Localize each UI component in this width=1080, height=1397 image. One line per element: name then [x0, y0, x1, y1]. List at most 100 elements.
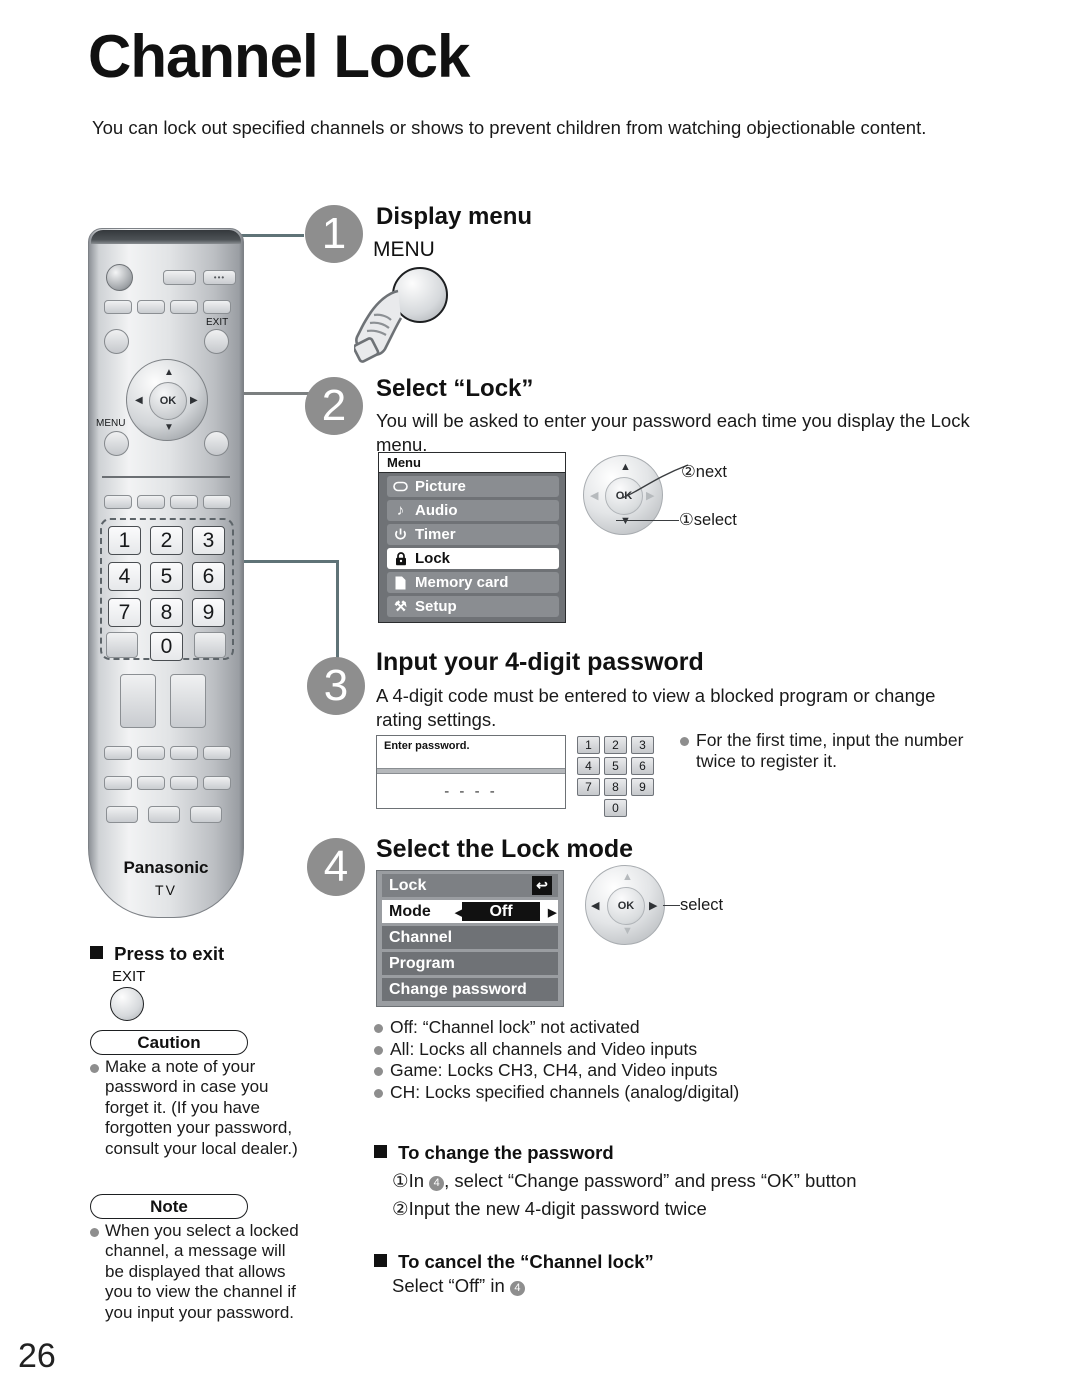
numeric-key-4[interactable]: 4: [108, 562, 141, 591]
pw-key-1[interactable]: 1: [577, 736, 600, 754]
step-4-number: 4: [307, 838, 365, 896]
step-2-number: 2: [305, 377, 363, 435]
password-masked-value[interactable]: - - - -: [377, 773, 565, 808]
pw-key-5[interactable]: 5: [604, 757, 627, 775]
remote-button-row3-2[interactable]: [137, 495, 165, 509]
lock-row-channel[interactable]: Channel: [382, 926, 558, 949]
pw-key-7[interactable]: 7: [577, 778, 600, 796]
numeric-key-1[interactable]: 1: [108, 526, 141, 555]
password-prompt: Enter password.: [377, 736, 565, 769]
pad4-left-arrow: ◀: [591, 900, 600, 912]
picture-icon: [392, 481, 409, 492]
remote-button-top-1[interactable]: [163, 270, 196, 285]
remote-button-row4-4[interactable]: [203, 746, 231, 760]
pw-key-3[interactable]: 3: [631, 736, 654, 754]
mode-right-arrow-icon[interactable]: ▶: [548, 906, 556, 919]
remote-button-row2-3[interactable]: [170, 300, 198, 314]
numeric-key-6[interactable]: 6: [192, 562, 225, 591]
remote-button-row3-1[interactable]: [104, 495, 132, 509]
remote-button-keypad-left[interactable]: [106, 632, 138, 658]
callout-next-label: ②next: [681, 463, 727, 481]
callout-line-next: [621, 464, 689, 499]
menu-item-memory-card[interactable]: Memory card: [387, 572, 559, 593]
remote-button-row3-3[interactable]: [170, 495, 198, 509]
numeric-key-9[interactable]: 9: [192, 598, 225, 627]
remote-button-dots[interactable]: •••: [203, 270, 236, 285]
pw-key-6[interactable]: 6: [631, 757, 654, 775]
press-to-exit-heading: Press to exit: [90, 943, 224, 965]
hand-pointer-icon: [354, 289, 403, 363]
lock-row-channel-label: Channel: [389, 928, 453, 946]
remote-button-row4-3[interactable]: [170, 746, 198, 760]
remote-ok-button[interactable]: OK: [149, 382, 187, 420]
step-reference-badge-4a: 4: [429, 1175, 445, 1191]
lock-row-program-label: Program: [389, 954, 455, 972]
remote-button-row4-2[interactable]: [137, 746, 165, 760]
caution-text: Make a note of your password in case you…: [90, 1057, 300, 1159]
password-dialog: Enter password. - - - -: [376, 735, 566, 809]
numeric-key-5[interactable]: 5: [150, 562, 183, 591]
pw-key-9[interactable]: 9: [631, 778, 654, 796]
pad4-ok-button[interactable]: OK: [607, 887, 645, 925]
menu-item-audio[interactable]: ♪ Audio: [387, 500, 559, 521]
page-number: 26: [18, 1337, 56, 1375]
remote-button-row6-1[interactable]: [106, 806, 138, 823]
power-icon: [392, 528, 409, 541]
lock-row-mode[interactable]: Mode ◀ Off ▶: [382, 900, 558, 923]
remote-dpad[interactable]: ▲ ▼ ◀ ▶ OK: [126, 359, 208, 441]
dpad-right-arrow: ▶: [190, 395, 198, 406]
numeric-key-8[interactable]: 8: [150, 598, 183, 627]
remote-button-row5-1[interactable]: [104, 776, 132, 790]
pw-key-4[interactable]: 4: [577, 757, 600, 775]
remote-button-row2-1[interactable]: [104, 300, 132, 314]
remote-button-row3-4[interactable]: [203, 495, 231, 509]
remote-button-row5-2[interactable]: [137, 776, 165, 790]
remote-button-row2-4[interactable]: [203, 300, 231, 314]
exit-button-illustration[interactable]: [110, 987, 144, 1021]
pw-key-0[interactable]: 0: [604, 799, 627, 817]
remote-button-row2-2[interactable]: [137, 300, 165, 314]
tv-menu-panel: Menu Picture ♪ Audio Timer Lock Memory c…: [378, 452, 566, 623]
menu-item-picture-label: Picture: [415, 478, 466, 495]
remote-button-row5-3[interactable]: [170, 776, 198, 790]
power-button[interactable]: [106, 264, 133, 291]
remote-button-large-left[interactable]: [120, 674, 156, 728]
pad4-up-arrow: ▲: [622, 871, 633, 883]
numeric-key-7[interactable]: 7: [108, 598, 141, 627]
remote-menu-button[interactable]: [104, 431, 129, 456]
remote-button-large-right[interactable]: [170, 674, 206, 728]
note-title: Note: [150, 1196, 188, 1216]
change-password-step1-post: , select “Change password” and press “OK…: [444, 1170, 857, 1191]
remote-exit-button[interactable]: [204, 329, 229, 354]
menu-item-lock[interactable]: Lock: [387, 548, 559, 569]
lock-row-change-password-label: Change password: [389, 980, 527, 998]
menu-item-picture[interactable]: Picture: [387, 476, 559, 497]
step-2-body: You will be asked to enter your password…: [376, 410, 970, 456]
lock-row-change-password[interactable]: Change password: [382, 978, 558, 1001]
remote-top-bar: [91, 230, 241, 244]
lock-row-program[interactable]: Program: [382, 952, 558, 975]
remote-circle-left[interactable]: [104, 329, 129, 354]
remote-button-row6-3[interactable]: [190, 806, 222, 823]
numeric-key-2[interactable]: 2: [150, 526, 183, 555]
back-icon[interactable]: ↩: [532, 876, 552, 895]
remote-button-row4-1[interactable]: [104, 746, 132, 760]
numeric-key-3[interactable]: 3: [192, 526, 225, 555]
change-password-heading: To change the password: [374, 1142, 614, 1164]
remote-button-keypad-right[interactable]: [194, 632, 226, 658]
pw-key-8[interactable]: 8: [604, 778, 627, 796]
menu-item-setup[interactable]: ⚒ Setup: [387, 596, 559, 617]
wrench-icon: ⚒: [394, 598, 407, 614]
callout-select-label: ①select: [679, 511, 737, 529]
step-4-heading: Select the Lock mode: [376, 835, 634, 863]
menu-item-timer[interactable]: Timer: [387, 524, 559, 545]
numeric-key-0[interactable]: 0: [150, 632, 183, 661]
remote-circle-right-lower[interactable]: [204, 431, 229, 456]
lock-row-mode-value[interactable]: Off: [462, 902, 540, 921]
pw-key-2[interactable]: 2: [604, 736, 627, 754]
remote-button-row5-4[interactable]: [203, 776, 231, 790]
menu-item-setup-label: Setup: [415, 598, 457, 615]
remote-button-row6-2[interactable]: [148, 806, 180, 823]
cancel-lock-pre: Select “Off” in: [392, 1275, 510, 1296]
card-icon: [392, 576, 409, 590]
